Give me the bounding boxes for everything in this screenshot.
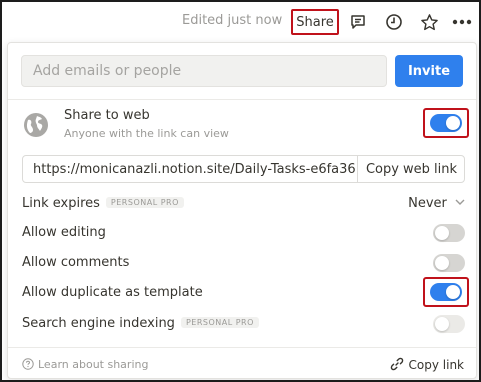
toggle-knob: [435, 317, 449, 331]
search-indexing-toggle[interactable]: [433, 315, 465, 333]
email-input[interactable]: [21, 55, 387, 87]
edited-status: Edited just now: [182, 13, 283, 28]
search-indexing-text: Search engine indexing: [22, 316, 175, 331]
toggle-knob: [435, 256, 449, 270]
popup-footer: Learn about sharing Copy link: [8, 351, 476, 379]
toggle-knob: [446, 116, 460, 130]
allow-comments-label: Allow comments: [22, 255, 130, 270]
link-icon: [390, 357, 403, 371]
web-link-url[interactable]: https://monicanazli.notion.site/Daily-Ta…: [33, 162, 355, 177]
learn-about-sharing-label: Learn about sharing: [38, 358, 149, 371]
allow-editing-row: Allow editing: [22, 223, 465, 243]
star-icon[interactable]: [419, 12, 439, 32]
allow-comments-toggle[interactable]: [433, 254, 465, 272]
search-indexing-label: Search engine indexing PERSONAL PRO: [22, 316, 259, 331]
copy-link-label: Copy link: [408, 358, 464, 372]
divider: [8, 99, 476, 100]
copy-link-button[interactable]: Copy link: [390, 357, 464, 372]
search-indexing-row: Search engine indexing PERSONAL PRO: [22, 314, 465, 334]
toggle-knob: [446, 285, 460, 299]
copy-web-link-button[interactable]: Copy web link: [358, 156, 464, 182]
top-bar: Edited just now Share: [2, 2, 479, 42]
share-popup: Invite Share to web Anyone with the link…: [7, 42, 477, 379]
invite-button[interactable]: Invite: [395, 55, 463, 87]
share-button[interactable]: Share: [291, 9, 339, 35]
link-expires-label: Link expires PERSONAL PRO: [22, 196, 184, 211]
link-expires-select[interactable]: Never: [408, 196, 465, 211]
share-to-web-subtitle: Anyone with the link can view: [64, 127, 229, 140]
allow-comments-row: Allow comments: [22, 253, 465, 273]
chevron-down-icon: [455, 199, 465, 205]
allow-duplicate-row: Allow duplicate as template: [22, 283, 465, 303]
personal-pro-badge: PERSONAL PRO: [180, 317, 259, 328]
help-icon: [22, 358, 34, 370]
window-frame: Edited just now Share Add emails or peop…: [0, 0, 481, 382]
toggle-knob: [435, 226, 449, 240]
share-to-web-toggle[interactable]: [430, 114, 462, 132]
divider: [8, 347, 476, 348]
comment-icon[interactable]: [348, 12, 368, 32]
link-expires-value: Never: [408, 196, 447, 211]
link-expires-row: Link expires PERSONAL PRO Never: [22, 194, 465, 214]
allow-duplicate-label: Allow duplicate as template: [22, 285, 203, 300]
personal-pro-badge: PERSONAL PRO: [105, 197, 184, 208]
share-to-web-label: Share to web: [64, 108, 150, 123]
clock-icon[interactable]: [384, 12, 404, 32]
share-to-web-row: Share to web Anyone with the link can vi…: [21, 108, 465, 144]
link-expires-text: Link expires: [22, 196, 100, 211]
web-link-row: https://monicanazli.notion.site/Daily-Ta…: [22, 155, 465, 183]
globe-icon: [22, 111, 50, 139]
allow-duplicate-toggle[interactable]: [430, 283, 462, 301]
learn-about-sharing-link[interactable]: Learn about sharing: [22, 358, 148, 371]
more-icon[interactable]: [452, 12, 472, 32]
allow-editing-label: Allow editing: [22, 225, 106, 240]
allow-editing-toggle[interactable]: [433, 224, 465, 242]
